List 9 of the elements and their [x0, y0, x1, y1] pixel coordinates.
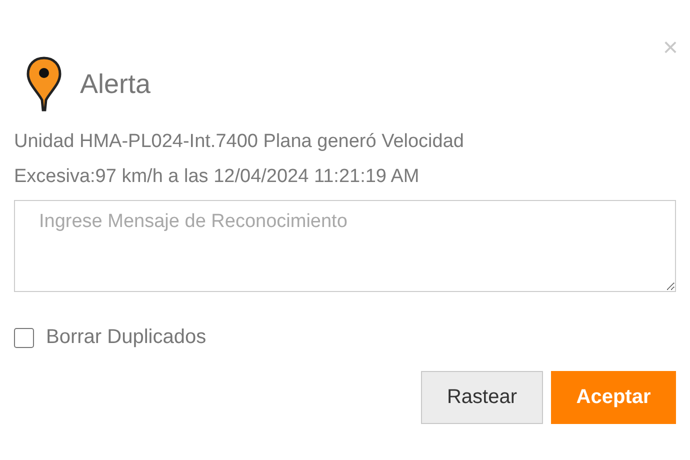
message-field[interactable]: Ingrese Mensaje de Reconocimiento	[14, 200, 676, 292]
track-button[interactable]: Rastear	[421, 371, 543, 424]
dialog-title: Alerta	[80, 68, 151, 100]
alert-message: Unidad HMA-PL024-Int.7400 Plana generó Velocidad Excesiva:97 km/h a las 12/04/2024 11:21:19 AM	[14, 130, 465, 189]
checkbox[interactable]	[14, 328, 34, 348]
accept-button[interactable]: Aceptar	[551, 371, 676, 424]
close-button[interactable]: ×	[660, 34, 680, 60]
map-pin-icon	[26, 56, 62, 112]
checkbox-label: Borrar Duplicados	[46, 326, 206, 349]
